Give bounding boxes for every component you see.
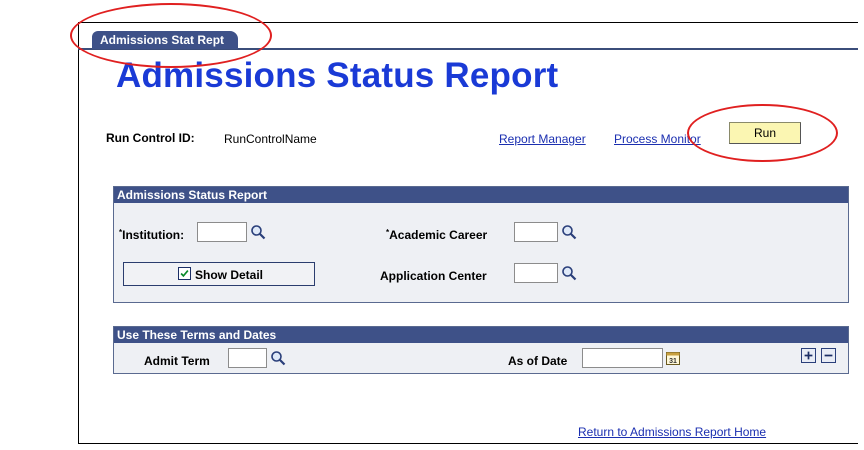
annotation-ellipse-run (687, 104, 838, 162)
section-header: Admissions Status Report (114, 187, 848, 203)
institution-input[interactable] (197, 222, 247, 242)
admit-term-input[interactable] (228, 348, 267, 368)
application-center-label: Application Center (380, 269, 487, 283)
institution-label: *Institution: (119, 228, 184, 242)
annotation-ellipse-tab (70, 3, 272, 68)
run-control-label: Run Control ID: (106, 131, 195, 145)
show-detail-label: Show Detail (195, 268, 264, 282)
admit-term-label: Admit Term (144, 354, 210, 368)
calendar-icon[interactable]: 31 (666, 351, 680, 365)
academic-career-label: *Academic Career (386, 228, 487, 242)
institution-label-text: Institution: (122, 228, 185, 242)
calendar-day: 31 (669, 358, 677, 365)
return-home-link[interactable]: Return to Admissions Report Home (578, 425, 766, 439)
magnifier-icon[interactable] (250, 224, 266, 240)
as-of-date-input[interactable] (582, 348, 663, 368)
application-center-input[interactable] (514, 263, 558, 283)
report-manager-link[interactable]: Report Manager (499, 132, 586, 146)
section-header: Use These Terms and Dates (114, 327, 848, 343)
magnifier-icon[interactable] (561, 265, 577, 281)
show-detail-checkbox[interactable] (178, 267, 191, 280)
terms-and-dates-group: Use These Terms and Dates (113, 326, 849, 374)
run-control-value: RunControlName (224, 132, 317, 146)
magnifier-icon[interactable] (270, 350, 286, 366)
academic-career-label-text: Academic Career (389, 228, 488, 242)
magnifier-icon[interactable] (561, 224, 577, 240)
academic-career-input[interactable] (514, 222, 558, 242)
minus-icon[interactable] (821, 348, 836, 363)
show-detail-box[interactable]: Show Detail (123, 262, 315, 286)
plus-icon[interactable] (801, 348, 816, 363)
as-of-date-label: As of Date (508, 354, 568, 368)
